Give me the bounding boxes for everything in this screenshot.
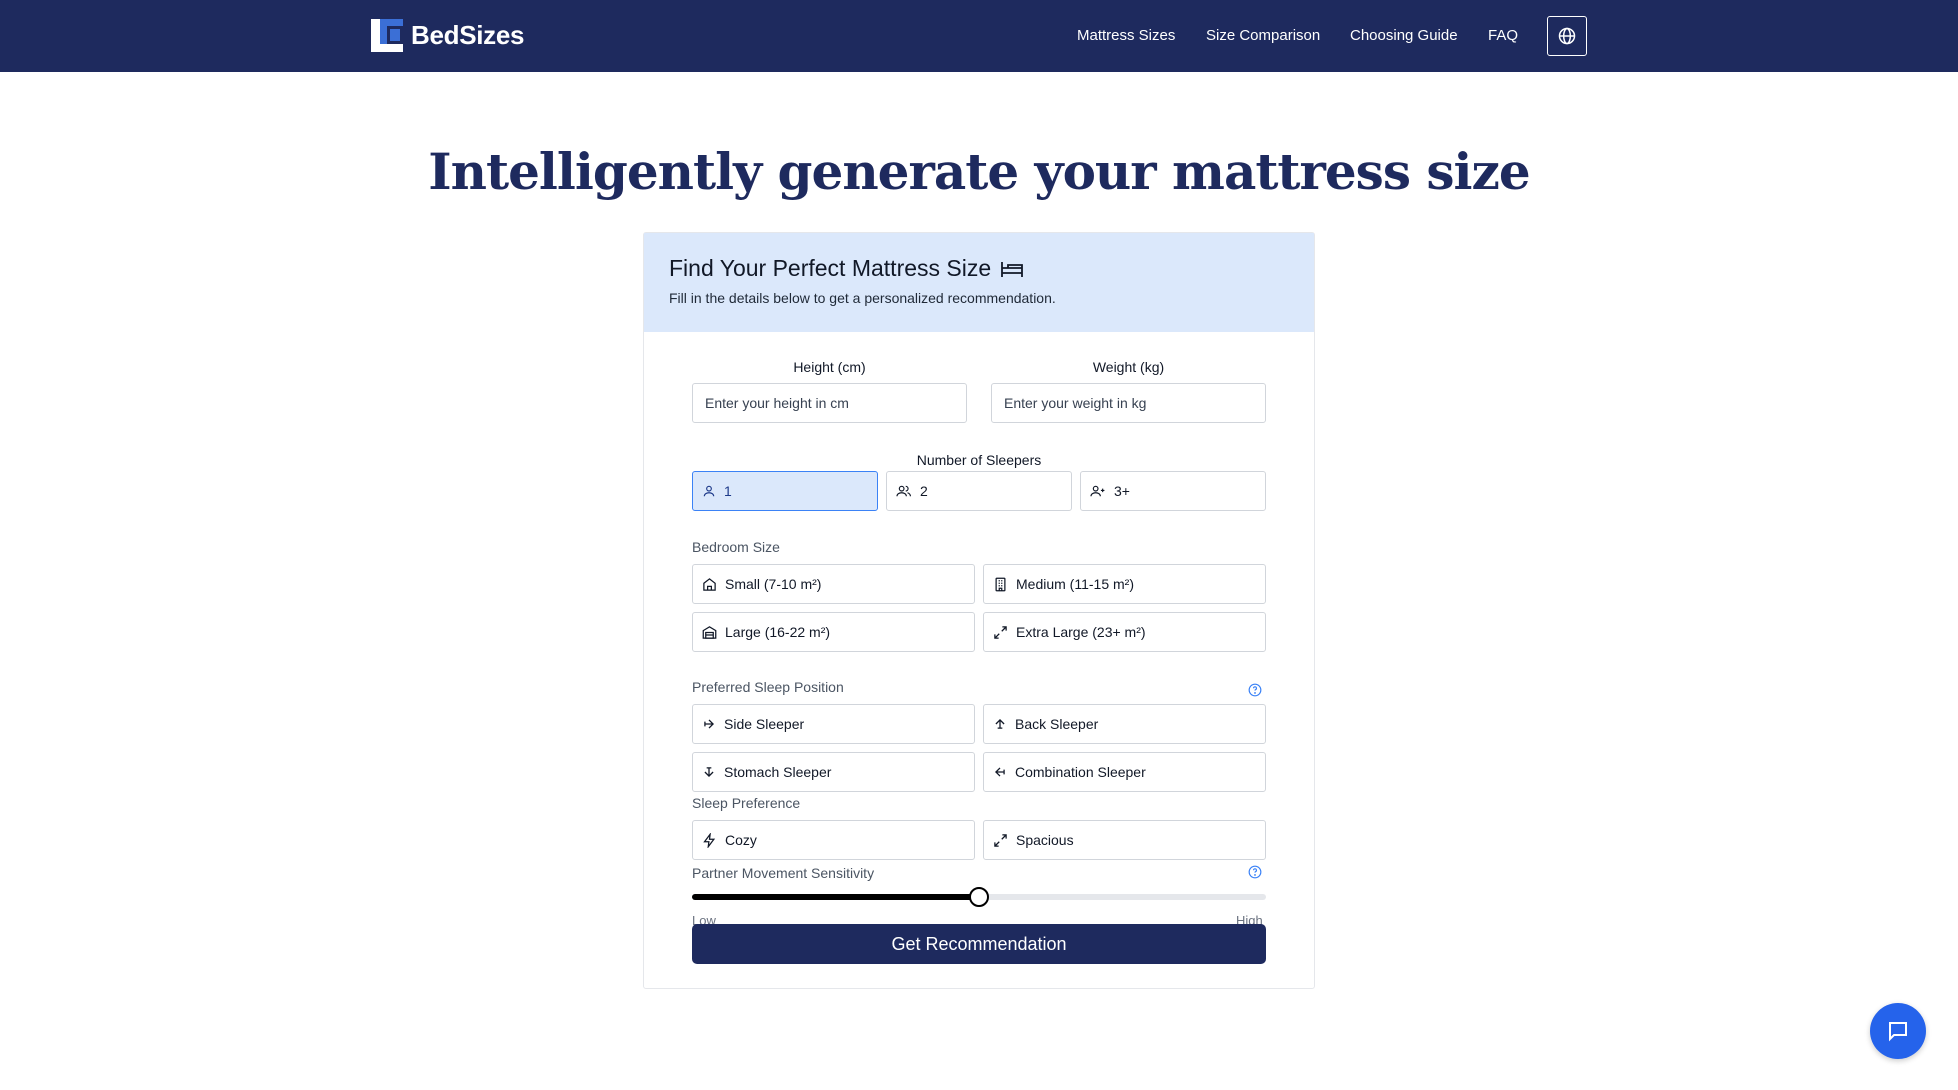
position-option-back[interactable]: Back Sleeper: [983, 704, 1266, 744]
nav-link-faq[interactable]: FAQ: [1488, 27, 1518, 44]
help-circle-icon[interactable]: [1248, 683, 1262, 697]
sleepers-option-1[interactable]: 1: [692, 471, 878, 511]
globe-icon: [1558, 27, 1576, 45]
sleepers-option-2[interactable]: 2: [886, 471, 1072, 511]
position-option-combination[interactable]: Combination Sleeper: [983, 752, 1266, 792]
page-title: Intelligently generate your mattress siz…: [428, 142, 1531, 201]
sleep-position-label: Preferred Sleep Position: [692, 679, 844, 695]
bedroom-option-medium[interactable]: Medium (11-15 m²): [983, 564, 1266, 604]
expand-icon: [994, 625, 1007, 639]
sleepers-option-3plus[interactable]: 3+: [1080, 471, 1266, 511]
chat-bubble-icon: [1889, 1022, 1907, 1042]
warehouse-icon: [702, 625, 717, 639]
bedroom-option-label: Small (7-10 m²): [725, 576, 822, 592]
get-recommendation-button[interactable]: Get Recommendation: [692, 924, 1266, 964]
nav-link-choosing-guide[interactable]: Choosing Guide: [1350, 27, 1458, 44]
bedroom-option-extra-large[interactable]: Extra Large (23+ m²): [983, 612, 1266, 652]
weight-label: Weight (kg): [1092, 359, 1165, 375]
card-header: Find Your Perfect Mattress Size Fill in …: [644, 233, 1314, 332]
preference-option-cozy[interactable]: Cozy: [692, 820, 975, 860]
position-option-label: Combination Sleeper: [1015, 764, 1146, 780]
height-label: Height (cm): [793, 359, 866, 375]
bedroom-option-small[interactable]: Small (7-10 m²): [692, 564, 975, 604]
brand-logo[interactable]: BedSizes: [371, 19, 525, 52]
arrow-up-icon: [995, 719, 1005, 729]
position-option-label: Stomach Sleeper: [724, 764, 832, 780]
help-circle-icon[interactable]: [1248, 865, 1262, 879]
bedroom-size-label: Bedroom Size: [692, 539, 780, 555]
logo-icon: [371, 19, 403, 52]
user-icon: [703, 485, 715, 497]
sleepers-option-label: 3+: [1114, 483, 1130, 499]
sensitivity-slider-fill: [692, 894, 979, 900]
nav-link-size-comparison[interactable]: Size Comparison: [1206, 27, 1320, 44]
position-option-label: Side Sleeper: [724, 716, 805, 732]
brand-name: BedSizes: [411, 20, 525, 50]
users-icon: [896, 485, 911, 497]
arrow-right-icon: [704, 719, 714, 729]
card-subtitle: Fill in the details below to get a perso…: [669, 290, 1056, 306]
position-option-label: Back Sleeper: [1015, 716, 1099, 732]
mattress-form-card: Find Your Perfect Mattress Size Fill in …: [643, 232, 1315, 989]
sleepers-option-label: 1: [724, 483, 732, 499]
building-icon: [995, 577, 1006, 591]
preference-option-label: Spacious: [1016, 832, 1074, 848]
card-title: Find Your Perfect Mattress Size: [669, 255, 1024, 282]
home-icon: [703, 577, 716, 591]
preference-option-spacious[interactable]: Spacious: [983, 820, 1266, 860]
nav-link-mattress-sizes[interactable]: Mattress Sizes: [1077, 27, 1175, 44]
bedroom-option-label: Extra Large (23+ m²): [1016, 624, 1146, 640]
preference-option-label: Cozy: [725, 832, 757, 848]
language-button[interactable]: [1547, 16, 1587, 56]
arrow-down-icon: [704, 767, 714, 777]
position-option-side[interactable]: Side Sleeper: [692, 704, 975, 744]
lightning-icon: [703, 832, 716, 848]
expand-icon: [994, 833, 1007, 847]
arrow-left-icon: [995, 767, 1005, 777]
chat-button[interactable]: [1870, 1003, 1926, 1059]
bedroom-option-label: Large (16-22 m²): [725, 624, 831, 640]
sleepers-option-label: 2: [920, 483, 928, 499]
top-navbar: BedSizes Mattress Sizes Size Comparison …: [0, 0, 1958, 72]
user-plus-icon: [1090, 485, 1105, 497]
position-option-stomach[interactable]: Stomach Sleeper: [692, 752, 975, 792]
bedroom-option-label: Medium (11-15 m²): [1016, 576, 1134, 592]
sleepers-label: Number of Sleepers: [916, 452, 1042, 468]
height-input[interactable]: [692, 383, 967, 423]
sensitivity-slider-thumb[interactable]: [969, 887, 989, 907]
bedroom-option-large[interactable]: Large (16-22 m²): [692, 612, 975, 652]
sleep-preference-label: Sleep Preference: [692, 795, 801, 811]
card-title-text: Find Your Perfect Mattress Size: [669, 255, 992, 281]
bed-icon: [1001, 261, 1024, 277]
sensitivity-label: Partner Movement Sensitivity: [692, 865, 875, 881]
weight-input[interactable]: [991, 383, 1266, 423]
